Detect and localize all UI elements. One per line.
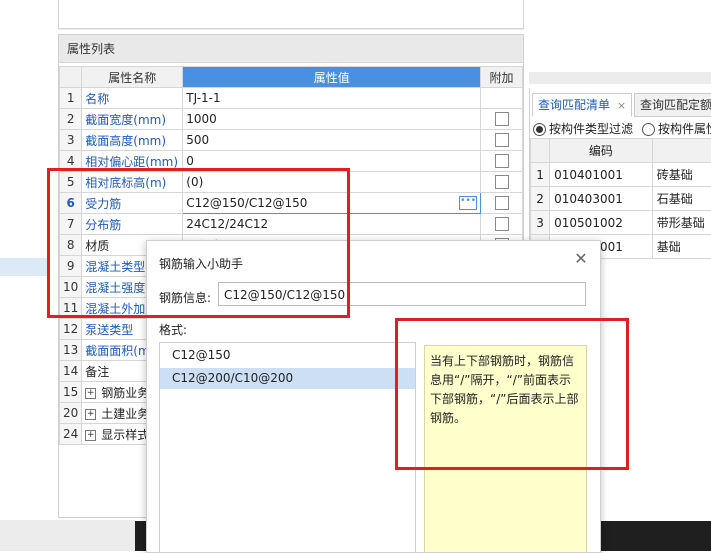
property-value-text: 500 <box>186 133 209 147</box>
name-cell: 砖基础 <box>652 163 711 187</box>
close-icon[interactable]: ✕ <box>573 251 589 267</box>
format-item[interactable]: C12@150 <box>160 345 415 366</box>
property-row[interactable]: 1名称TJ-1-1 <box>60 88 523 109</box>
property-row[interactable]: 3截面高度(mm)500 <box>60 130 523 151</box>
name-header <box>652 139 711 163</box>
checkbox[interactable] <box>495 154 509 168</box>
code-cell: 010401001 <box>550 163 653 187</box>
row-number: 1 <box>531 163 550 187</box>
row-number-header <box>60 67 82 88</box>
extra-cell[interactable] <box>481 193 523 214</box>
filter-by-attribute-radio[interactable]: 按构件属性过滤 <box>642 120 711 137</box>
extra-cell[interactable] <box>481 130 523 151</box>
row-number: 3 <box>531 211 550 235</box>
property-value-text: 0 <box>186 154 194 168</box>
filter-by-type-radio[interactable]: 按构件类型过滤 <box>533 120 633 137</box>
code-header: 编码 <box>550 139 653 163</box>
radio-label: 按构件属性过滤 <box>658 122 711 136</box>
property-name: 截面高度(mm) <box>82 130 183 151</box>
row-number: 12 <box>60 319 82 340</box>
expand-icon[interactable]: + <box>85 430 96 441</box>
checkbox[interactable] <box>495 112 509 126</box>
checkbox[interactable] <box>495 196 509 210</box>
radio-label: 按构件类型过滤 <box>549 122 633 136</box>
property-value[interactable]: 500 <box>183 130 481 151</box>
extra-cell[interactable] <box>481 214 523 235</box>
property-value[interactable]: TJ-1-1 <box>183 88 481 109</box>
property-value-text: TJ-1-1 <box>186 91 220 105</box>
code-cell: 010501002 <box>550 211 653 235</box>
row-number: 24 <box>60 424 82 445</box>
tab-label: 查询匹配清单 <box>538 98 610 112</box>
row-number: 2 <box>531 187 550 211</box>
top-panel <box>58 0 524 30</box>
expand-icon[interactable]: + <box>85 388 96 399</box>
row-number: 1 <box>60 88 82 109</box>
more-options-icon[interactable]: ••• <box>459 196 477 210</box>
code-row[interactable]: 2010403001石基础 <box>531 187 711 211</box>
code-cell: 010403001 <box>550 187 653 211</box>
annotation-box-property-rows <box>47 168 350 318</box>
code-row[interactable]: 1010401001砖基础 <box>531 163 711 187</box>
extra-header: 附加 <box>481 67 523 88</box>
row-number-header <box>531 139 550 163</box>
checkbox[interactable] <box>495 175 509 189</box>
format-item-selected[interactable]: C12@200/C10@200 <box>160 368 415 389</box>
property-panel-title: 属性列表 <box>59 35 523 63</box>
radio-selected-icon <box>533 123 546 136</box>
property-name: 截面宽度(mm) <box>82 109 183 130</box>
property-value-header: 属性值 <box>183 67 481 88</box>
name-cell: 基础 <box>652 235 711 259</box>
format-label: 格式: <box>159 321 187 338</box>
extra-cell[interactable] <box>481 172 523 193</box>
right-scrollbar[interactable] <box>529 72 711 84</box>
property-name: 名称 <box>82 88 183 109</box>
extra-cell[interactable] <box>481 109 523 130</box>
expand-icon[interactable]: + <box>85 409 96 420</box>
code-row[interactable]: 3010501002带形基础 <box>531 211 711 235</box>
right-top-area <box>529 0 711 70</box>
format-list: C12@150 C12@200/C10@200 <box>159 342 416 552</box>
selected-tree-item[interactable] <box>0 258 48 276</box>
extra-cell[interactable] <box>481 88 523 109</box>
tab-query-quota[interactable]: 查询匹配定额 <box>634 93 711 117</box>
tab-close-icon[interactable]: × <box>617 99 626 112</box>
name-cell: 石基础 <box>652 187 711 211</box>
row-number: 15 <box>60 382 82 403</box>
extra-cell[interactable] <box>481 151 523 172</box>
checkbox[interactable] <box>495 217 509 231</box>
property-group-label: 显示样式 <box>101 428 149 442</box>
name-cell: 带形基础 <box>652 211 711 235</box>
annotation-box-hint <box>395 318 629 470</box>
tab-query-list[interactable]: 查询匹配清单 × <box>532 93 632 117</box>
bottom-left-area <box>0 520 135 551</box>
row-number: 20 <box>60 403 82 424</box>
radio-unselected-icon <box>642 123 655 136</box>
property-value-text: 1000 <box>186 112 217 126</box>
property-name-header: 属性名称 <box>82 67 183 88</box>
row-number: 13 <box>60 340 82 361</box>
row-number: 3 <box>60 130 82 151</box>
property-row[interactable]: 2截面宽度(mm)1000 <box>60 109 523 130</box>
row-number: 2 <box>60 109 82 130</box>
row-number: 14 <box>60 361 82 382</box>
tab-label: 查询匹配定额 <box>640 98 711 112</box>
property-value[interactable]: 1000 <box>183 109 481 130</box>
checkbox[interactable] <box>495 133 509 147</box>
